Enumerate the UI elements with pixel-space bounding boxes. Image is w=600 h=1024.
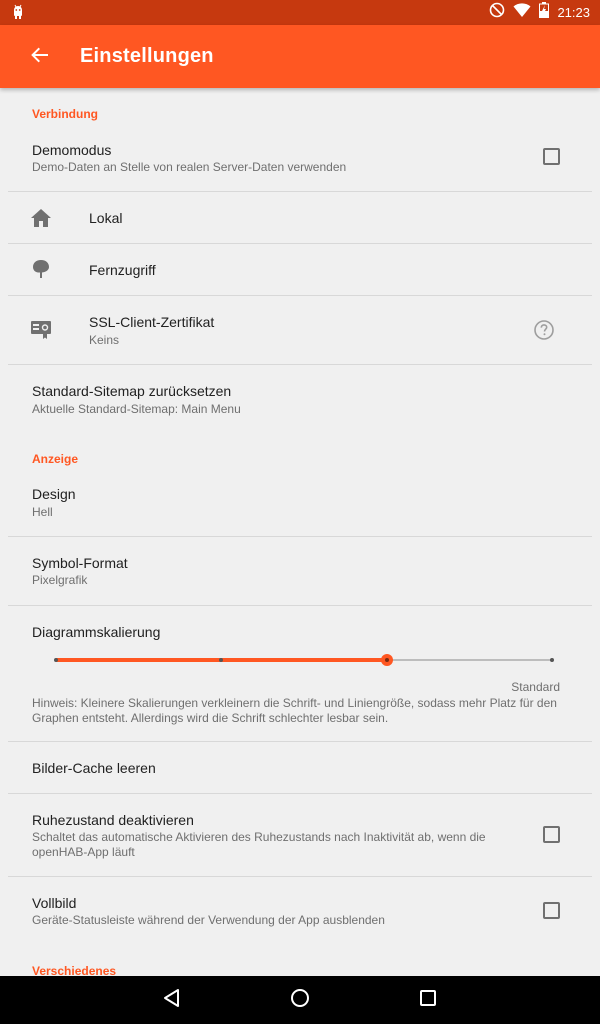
slider-tick — [54, 658, 58, 662]
pref-fullscreen-summary: Geräte-Statusleiste während der Verwendu… — [32, 913, 385, 927]
help-circle-icon[interactable] — [534, 320, 554, 340]
nav-back-icon — [162, 988, 182, 1013]
section-header-anzeige: Anzeige — [32, 452, 79, 466]
pref-local-title: Lokal — [89, 210, 123, 226]
nav-recents-button[interactable] — [414, 986, 442, 1014]
pref-icon-format[interactable]: Symbol-Format Pixelgrafik — [0, 537, 600, 605]
status-time: 21:23 — [557, 5, 590, 20]
chart-scaling-slider[interactable] — [54, 653, 554, 667]
pref-design[interactable]: Design Hell — [0, 478, 600, 536]
chart-scaling-hint-line1: Hinweis: Kleinere Skalierungen verkleine… — [32, 696, 557, 710]
battery-charging-icon — [539, 2, 550, 23]
screen-timeout-checkbox[interactable] — [543, 826, 560, 843]
pref-design-summary: Hell — [32, 505, 53, 519]
pref-local[interactable]: Lokal — [0, 192, 600, 244]
pref-screen-lock-summary-line1: Schaltet das automatische Aktivieren des… — [32, 830, 486, 844]
pref-fullscreen-title: Vollbild — [32, 895, 77, 911]
system-nav-bar — [0, 976, 600, 1024]
android-debug-icon — [10, 4, 26, 20]
pref-chart-scaling: Diagrammskalierung Standard Hinweis: Kle… — [0, 606, 600, 741]
pref-clear-image-cache[interactable]: Bilder-Cache leeren — [0, 742, 600, 793]
home-icon — [30, 207, 52, 229]
pref-ssl-title: SSL-Client-Zertifikat — [89, 314, 215, 330]
pref-sitemap-summary: Aktuelle Standard-Sitemap: Main Menu — [32, 402, 241, 416]
slider-tick — [550, 658, 554, 662]
pref-screen-lock-summary-line2: openHAB-App läuft — [32, 845, 135, 859]
pref-icon-format-title: Symbol-Format — [32, 555, 128, 571]
settings-list[interactable]: Verbindung Demomodus Demo-Daten an Stell… — [0, 88, 600, 976]
pref-screen-lock-title: Ruhezustand deaktivieren — [32, 812, 194, 828]
arrow-back-icon — [31, 46, 49, 69]
status-bar: 21:23 — [0, 0, 600, 25]
pref-reset-sitemap[interactable]: Standard-Sitemap zurücksetzen Aktuelle S… — [0, 365, 600, 427]
pref-icon-format-summary: Pixelgrafik — [32, 573, 88, 587]
demo-mode-checkbox[interactable] — [543, 148, 560, 165]
pref-ssl-client-cert[interactable]: SSL-Client-Zertifikat Keins — [0, 296, 600, 364]
pref-design-title: Design — [32, 486, 76, 502]
pref-demo-mode-title: Demomodus — [32, 142, 112, 158]
do-not-disturb-icon — [489, 2, 505, 23]
app-bar: Einstellungen — [0, 25, 600, 88]
pref-demo-mode[interactable]: Demomodus Demo-Daten an Stelle von reale… — [0, 132, 600, 192]
pref-clear-cache-title: Bilder-Cache leeren — [32, 760, 156, 776]
wifi-icon — [513, 2, 531, 23]
pref-fullscreen[interactable]: Vollbild Geräte-Statusleiste während der… — [0, 877, 600, 943]
pref-demo-mode-summary: Demo-Daten an Stelle von realen Server-D… — [32, 160, 347, 174]
pref-ssl-summary: Keins — [89, 333, 120, 347]
fullscreen-checkbox[interactable] — [543, 902, 560, 919]
nav-home-icon — [290, 988, 310, 1013]
chart-scaling-hint-line2: Graphen entsteht. Allerdings wird die Sc… — [32, 711, 389, 725]
page-title: Einstellungen — [80, 45, 214, 67]
nav-recents-icon — [419, 989, 437, 1012]
tree-icon — [30, 258, 52, 280]
pref-disable-screen-timeout[interactable]: Ruhezustand deaktivieren Schaltet das au… — [0, 794, 600, 876]
pref-chart-scaling-title: Diagrammskalierung — [32, 624, 161, 640]
slider-thumb[interactable] — [380, 654, 393, 666]
pref-sitemap-title: Standard-Sitemap zurücksetzen — [32, 383, 232, 399]
nav-back-button[interactable] — [158, 986, 186, 1014]
pref-remote-title: Fernzugriff — [89, 262, 156, 278]
certificate-icon — [30, 318, 52, 340]
section-header-verbindung: Verbindung — [32, 107, 98, 121]
pref-remote[interactable]: Fernzugriff — [0, 244, 600, 296]
nav-home-button[interactable] — [286, 986, 314, 1014]
back-button[interactable] — [22, 39, 58, 75]
chart-scaling-value: Standard — [511, 680, 560, 694]
section-header-verschiedenes: Verschiedenes — [32, 964, 117, 976]
